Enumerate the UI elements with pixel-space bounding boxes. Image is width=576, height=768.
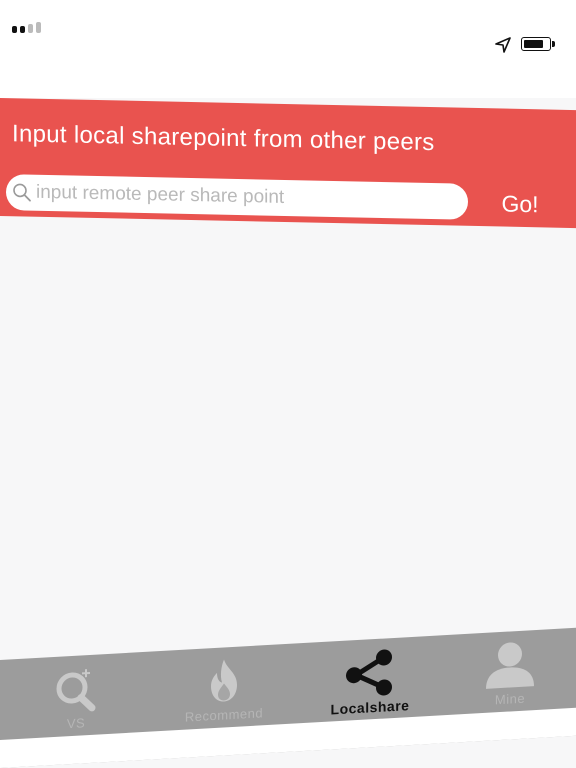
tab-bar: VS Recommend Localshare Mine — [0, 627, 576, 768]
status-bar — [0, 0, 576, 98]
search-box[interactable] — [6, 174, 468, 220]
tab-recommend[interactable]: Recommend — [154, 644, 294, 736]
page-title: Input local sharepoint from other peers — [12, 120, 435, 157]
tab-mine[interactable]: Mine — [440, 628, 576, 720]
go-button[interactable]: Go! — [490, 186, 550, 221]
phone-screen: Input local sharepoint from other peers … — [0, 0, 576, 768]
tab-label: Localshare — [330, 697, 410, 718]
fire-icon — [211, 659, 237, 702]
search-icon — [13, 183, 31, 202]
tab-localshare[interactable]: Localshare — [300, 635, 440, 727]
tab-label: Recommend — [184, 705, 264, 725]
tab-label: Mine — [494, 690, 526, 708]
signal-icon — [12, 22, 41, 33]
share-icon — [346, 649, 392, 696]
person-icon — [486, 642, 534, 689]
location-arrow-icon — [495, 37, 511, 53]
search-plus-icon — [56, 669, 96, 712]
remote-share-point-input[interactable] — [36, 174, 456, 220]
share-point-header: Input local sharepoint from other peers … — [0, 98, 576, 229]
battery-icon — [521, 37, 555, 51]
tab-label: VS — [66, 715, 86, 732]
tab-vs[interactable]: VS — [6, 652, 146, 744]
